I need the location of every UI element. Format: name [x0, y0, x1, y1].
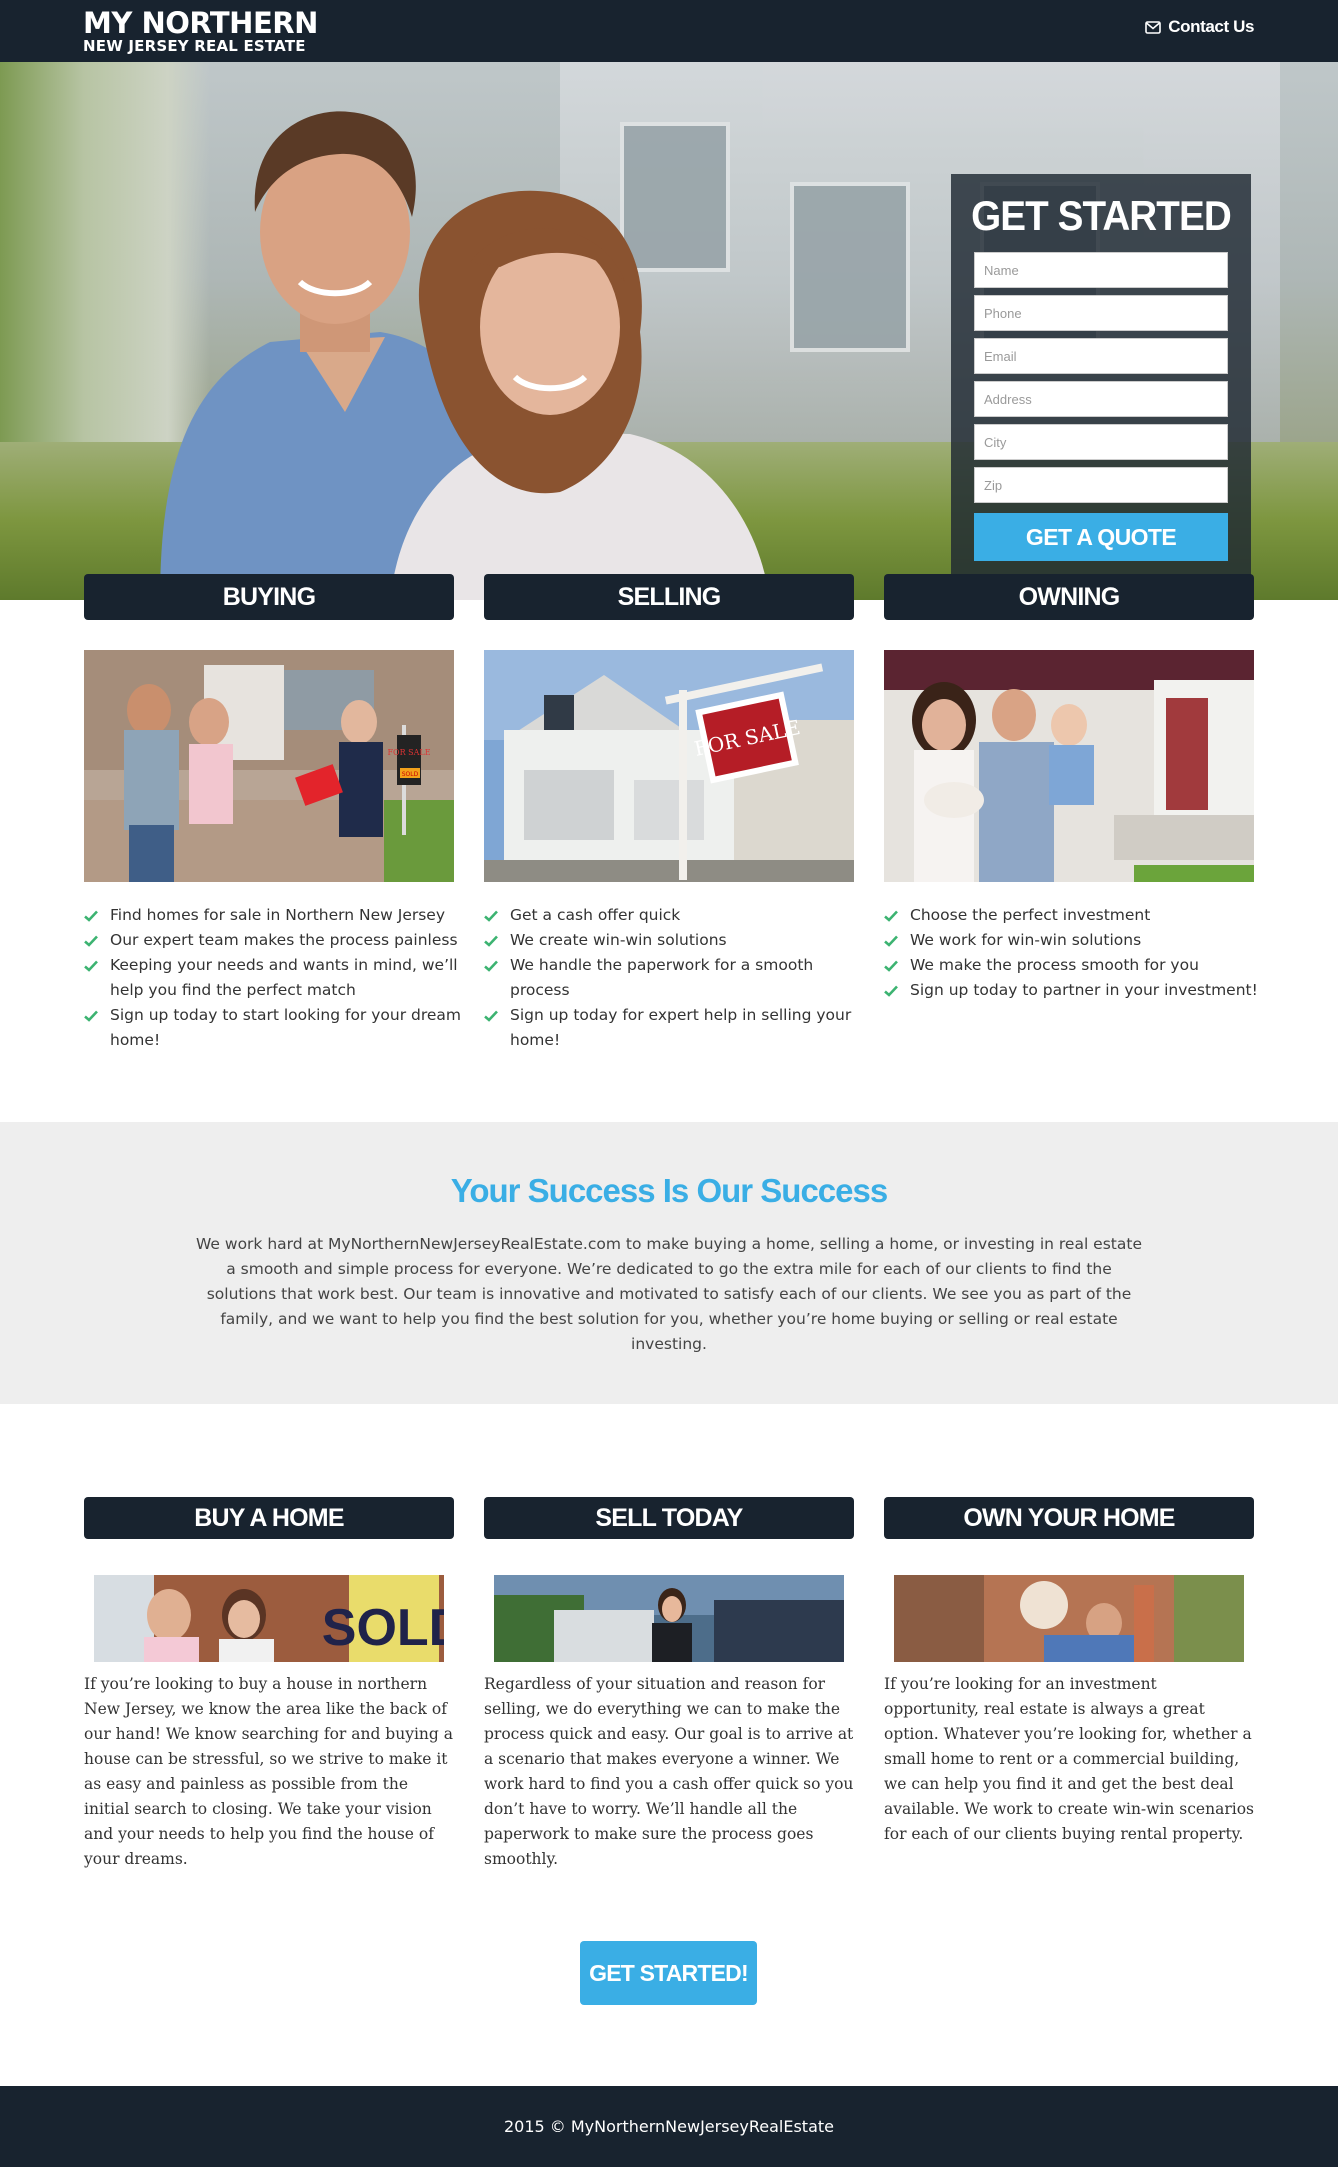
list-item: Sign up today to partner in your investm… — [884, 978, 1264, 1003]
logo-subtitle: NEW JERSEY REAL ESTATE — [83, 37, 306, 55]
hero-section: GET STARTED GET A QUOTE — [0, 62, 1338, 600]
list-item-text: Choose the perfect investment — [910, 906, 1151, 924]
for-sale-sign-text: FOR SALE — [387, 748, 430, 757]
get-a-quote-button[interactable]: GET A QUOTE — [974, 513, 1228, 561]
check-icon — [884, 910, 898, 922]
city-input[interactable] — [974, 424, 1228, 460]
hero-woman-image — [390, 190, 770, 600]
list-item-text: Sign up today for expert help in selling… — [510, 1006, 852, 1049]
own-your-home-text: If you’re looking for an investment oppo… — [884, 1675, 1254, 1843]
check-icon — [484, 1010, 498, 1022]
success-text: We work hard at MyNorthernNewJerseyRealE… — [196, 1235, 1142, 1353]
buy-a-home-thumb: SOLD — [94, 1575, 444, 1662]
check-icon — [484, 960, 498, 972]
check-icon — [484, 910, 498, 922]
list-item-text: Sign up today to start looking for your … — [110, 1006, 462, 1049]
selling-features: Get a cash offer quick We create win-win… — [484, 903, 864, 1053]
owning-header: OWNING — [884, 574, 1254, 620]
site-footer: 2015 © MyNorthernNewJerseyRealEstate — [0, 2086, 1338, 2167]
sold-tag-text: SOLD — [402, 771, 419, 778]
check-icon — [884, 960, 898, 972]
owning-photo — [884, 650, 1254, 882]
buy-a-home-text: If you’re looking to buy a house in nort… — [84, 1675, 454, 1868]
list-item: Sign up today to start looking for your … — [84, 1003, 464, 1053]
quote-form-title: GET STARTED — [971, 192, 1232, 239]
owning-features: Choose the perfect investment We work fo… — [884, 903, 1264, 1003]
name-input[interactable] — [974, 252, 1228, 288]
check-icon — [84, 910, 98, 922]
list-item-text: Our expert team makes the process painle… — [110, 931, 458, 949]
check-icon — [884, 935, 898, 947]
sell-today-text: Regardless of your situation and reason … — [484, 1675, 854, 1868]
list-item: We work for win-win solutions — [884, 928, 1264, 953]
sell-today-header: SELL TODAY — [484, 1497, 854, 1539]
site-header: MY NORTHERN NEW JERSEY REAL ESTATE Conta… — [0, 0, 1338, 62]
list-item: Our expert team makes the process painle… — [84, 928, 464, 953]
envelope-icon — [1145, 20, 1162, 34]
list-item: Choose the perfect investment — [884, 903, 1264, 928]
check-icon — [884, 985, 898, 997]
copyright-text: 2015 © MyNorthernNewJerseyRealEstate — [503, 2117, 834, 2136]
list-item: We create win-win solutions — [484, 928, 864, 953]
list-item-text: We create win-win solutions — [510, 931, 727, 949]
list-item-text: We work for win-win solutions — [910, 931, 1142, 949]
own-your-home-thumb — [894, 1575, 1244, 1662]
success-title: Your Success Is Our Success — [450, 1172, 888, 1209]
sold-sign-text: SOLD — [322, 1599, 444, 1657]
list-item-text: Sign up today to partner in your investm… — [910, 981, 1258, 999]
get-started-button[interactable]: GET STARTED! — [580, 1941, 757, 2005]
email-input[interactable] — [974, 338, 1228, 374]
list-item: We handle the paperwork for a smooth pro… — [484, 953, 864, 1003]
list-item: We make the process smooth for you — [884, 953, 1264, 978]
success-section: Your Success Is Our Success We work hard… — [0, 1122, 1338, 1404]
selling-header: SELLING — [484, 574, 854, 620]
check-icon — [84, 960, 98, 972]
contact-us-label: Contact Us — [1168, 17, 1254, 36]
check-icon — [84, 1010, 98, 1022]
sell-today-thumb — [494, 1575, 844, 1662]
buying-photo: FOR SALE SOLD — [84, 650, 454, 882]
list-item-text: Keeping your needs and wants in mind, we… — [110, 956, 458, 999]
list-item-text: We handle the paperwork for a smooth pro… — [510, 956, 814, 999]
list-item-text: Get a cash offer quick — [510, 906, 681, 924]
zip-input[interactable] — [974, 467, 1228, 503]
check-icon — [84, 935, 98, 947]
logo-title: MY NORTHERN — [83, 6, 318, 40]
list-item-text: Find homes for sale in Northern New Jers… — [110, 906, 446, 924]
phone-input[interactable] — [974, 295, 1228, 331]
buy-a-home-header: BUY A HOME — [84, 1497, 454, 1539]
selling-photo: FOR SALE — [484, 650, 854, 882]
contact-us-link[interactable]: Contact Us — [1145, 17, 1254, 37]
buying-header: BUYING — [84, 574, 454, 620]
list-item: Keeping your needs and wants in mind, we… — [84, 953, 464, 1003]
own-your-home-header: OWN YOUR HOME — [884, 1497, 1254, 1539]
quote-form: GET STARTED GET A QUOTE — [951, 174, 1251, 582]
list-item: Find homes for sale in Northern New Jers… — [84, 903, 464, 928]
list-item-text: We make the process smooth for you — [910, 956, 1199, 974]
buying-features: Find homes for sale in Northern New Jers… — [84, 903, 464, 1053]
check-icon — [484, 935, 498, 947]
list-item: Get a cash offer quick — [484, 903, 864, 928]
site-logo[interactable]: MY NORTHERN NEW JERSEY REAL ESTATE — [83, 8, 318, 54]
list-item: Sign up today for expert help in selling… — [484, 1003, 864, 1053]
address-input[interactable] — [974, 381, 1228, 417]
